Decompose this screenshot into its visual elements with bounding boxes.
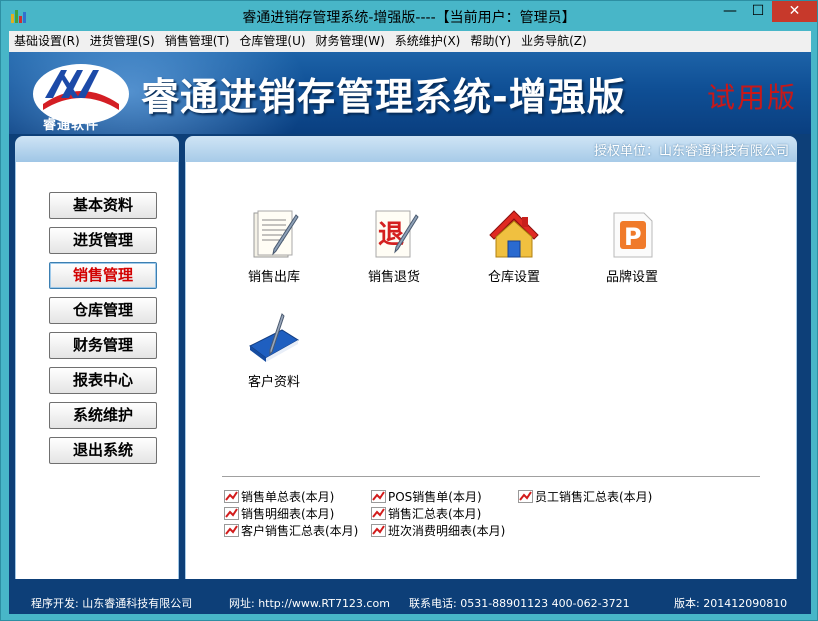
menu-purchase[interactable]: 进货管理(S) — [85, 31, 160, 52]
tile-label: 仓库设置 — [487, 270, 540, 285]
status-version: 版本: 201412090810 — [674, 597, 788, 610]
main-panel: 销售出库 退 销售退货 仓库设置 P 品牌设置 客户资料 销售单总表(本月) P… — [185, 162, 797, 579]
warehouse-house-icon — [489, 210, 539, 258]
status-developer: 程序开发: 山东睿通科技有限公司 — [31, 597, 193, 610]
chart-icon — [224, 507, 239, 520]
tile-label: 销售出库 — [247, 270, 300, 285]
trial-badge: 试用版 — [707, 81, 798, 114]
menu-sales[interactable]: 销售管理(T) — [160, 31, 235, 52]
chart-icon — [371, 507, 386, 520]
maximize-button[interactable]: ☐ — [744, 1, 772, 22]
report-label: POS销售单(本月) — [388, 490, 482, 504]
sidebar-item-maintenance[interactable]: 系统维护 — [49, 402, 157, 429]
report-link-customer-sales[interactable]: 客户销售汇总表(本月) — [224, 523, 358, 539]
report-link-employee-sales[interactable]: 员工销售汇总表(本月) — [518, 489, 652, 505]
report-label: 销售汇总表(本月) — [388, 507, 482, 521]
report-link-sales-detail[interactable]: 销售明细表(本月) — [224, 506, 334, 522]
banner-title: 睿通进销存管理系统-增强版 — [141, 75, 626, 119]
menu-finance[interactable]: 财务管理(W) — [311, 31, 390, 52]
minimize-button[interactable]: — — [716, 1, 744, 22]
sidebar-item-finance[interactable]: 财务管理 — [49, 332, 157, 359]
sidebar-item-basic-data[interactable]: 基本资料 — [49, 192, 157, 219]
report-label: 销售明细表(本月) — [241, 507, 335, 521]
tile-label: 销售退货 — [367, 270, 420, 285]
chart-icon — [224, 524, 239, 537]
document-pen-icon — [253, 210, 299, 258]
report-link-pos-sales[interactable]: POS销售单(本月) — [371, 489, 482, 505]
status-bar: 程序开发: 山东睿通科技有限公司 网址: http://www.RT7123.c… — [9, 586, 811, 614]
report-label: 客户销售汇总表(本月) — [241, 524, 359, 538]
sidebar-item-reports[interactable]: 报表中心 — [49, 367, 157, 394]
title-bar[interactable]: 睿通进销存管理系统-增强版----【当前用户：管理员】 — ☐ ✕ — [1, 1, 817, 31]
chart-icon — [371, 524, 386, 537]
chart-icon — [518, 490, 533, 503]
blue-book-pen-icon — [249, 313, 299, 362]
report-link-sales-summary[interactable]: 销售单总表(本月) — [224, 489, 334, 505]
menu-warehouse[interactable]: 仓库管理(U) — [234, 31, 310, 52]
menu-basic-settings[interactable]: 基础设置(R) — [9, 31, 85, 52]
tile-customer-data[interactable]: 客户资料 — [226, 312, 306, 392]
report-divider — [222, 476, 760, 478]
report-label: 班次消费明细表(本月) — [388, 524, 506, 538]
close-button[interactable]: ✕ — [772, 1, 817, 22]
status-phone: 联系电话: 0531-88901123 400-062-3721 — [409, 597, 630, 610]
sidebar: 基本资料 进货管理 销售管理 仓库管理 财务管理 报表中心 系统维护 退出系统 — [15, 162, 179, 579]
report-label: 销售单总表(本月) — [241, 490, 335, 504]
chart-icon — [371, 490, 386, 503]
tile-warehouse-settings[interactable]: 仓库设置 — [466, 207, 546, 287]
menu-bar: 基础设置(R) 进货管理(S) 销售管理(T) 仓库管理(U) 财务管理(W) 系统维护(… — [9, 31, 811, 52]
sidebar-item-exit[interactable]: 退出系统 — [49, 437, 157, 464]
main-header: 授权单位：山东睿通科技有限公司 — [185, 136, 797, 162]
report-label: 员工销售汇总表(本月) — [535, 490, 653, 504]
sidebar-header — [15, 136, 179, 162]
window-title: 睿通进销存管理系统-增强版----【当前用户：管理员】 — [242, 10, 576, 26]
chart-icon — [224, 490, 239, 503]
tile-label: 品牌设置 — [605, 270, 658, 285]
logo-caption: 睿通软件 — [43, 118, 100, 133]
tile-label: 客户资料 — [247, 375, 300, 390]
sidebar-item-purchase[interactable]: 进货管理 — [49, 227, 157, 254]
status-website: 网址: http://www.RT7123.com — [229, 597, 390, 610]
app-banner: 睿通软件 睿通进销存管理系统-增强版 试用版 — [9, 52, 811, 134]
menu-help[interactable]: 帮助(Y) — [465, 31, 516, 52]
tile-sales-outbound[interactable]: 销售出库 — [226, 207, 306, 287]
menu-maintenance[interactable]: 系统维护(X) — [390, 31, 466, 52]
report-link-shift-consumption[interactable]: 班次消费明细表(本月) — [371, 523, 505, 539]
return-document-icon: 退 — [375, 210, 419, 258]
sidebar-item-sales[interactable]: 销售管理 — [49, 262, 157, 289]
brand-p-icon: P — [613, 212, 653, 258]
tile-brand-settings[interactable]: P 品牌设置 — [584, 207, 664, 287]
tile-sales-return[interactable]: 退 销售退货 — [346, 207, 426, 287]
authorized-unit: 授权单位：山东睿通科技有限公司 — [593, 144, 789, 159]
menu-business-nav[interactable]: 业务导航(Z) — [516, 31, 592, 52]
sidebar-item-warehouse[interactable]: 仓库管理 — [49, 297, 157, 324]
svg-text:P: P — [624, 223, 642, 251]
main-window: 睿通进销存管理系统-增强版----【当前用户：管理员】 — ☐ ✕ 基础设置(R… — [0, 0, 818, 621]
report-link-sales-aggregate[interactable]: 销售汇总表(本月) — [371, 506, 481, 522]
